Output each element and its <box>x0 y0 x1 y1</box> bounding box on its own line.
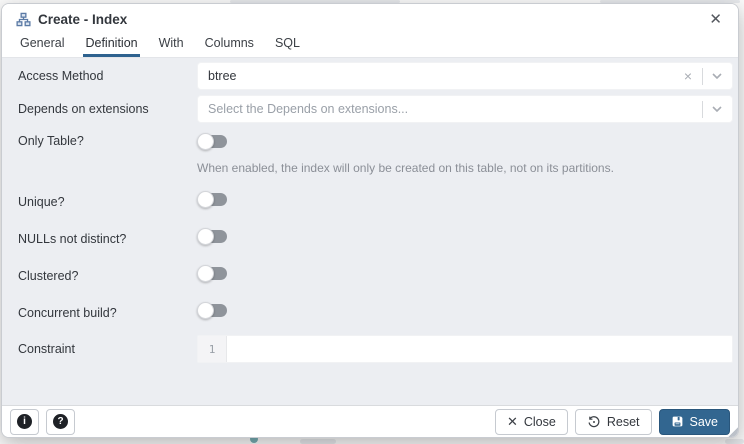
clustered-row: Clustered? <box>2 265 733 287</box>
unique-toggle[interactable] <box>197 191 228 208</box>
constraint-input[interactable] <box>227 336 732 362</box>
background-sliver <box>300 439 336 444</box>
unique-label: Unique? <box>18 195 65 209</box>
nulls-not-distinct-label: NULLs not distinct? <box>18 232 127 246</box>
clustered-toggle[interactable] <box>197 265 228 282</box>
definition-form: Access Method btree × Depends on extensi… <box>2 58 738 405</box>
depends-on-extensions-label: Depends on extensions <box>18 102 149 116</box>
chevron-down-icon[interactable] <box>708 106 726 112</box>
access-method-label: Access Method <box>18 69 104 83</box>
dialog-help-button[interactable]: ? <box>46 408 75 435</box>
sql-help-button[interactable]: i <box>10 408 39 435</box>
tab-with[interactable]: With <box>157 34 186 57</box>
unique-row: Unique? <box>2 191 733 213</box>
tab-columns[interactable]: Columns <box>203 34 256 57</box>
only-table-help-text: When enabled, the index will only be cre… <box>197 161 614 175</box>
nulls-not-distinct-row: NULLs not distinct? <box>2 228 733 250</box>
only-table-row: Only Table? When enabled, the index will… <box>2 133 733 176</box>
dialog-title: Create - Index <box>38 12 128 27</box>
access-method-select[interactable]: btree × <box>197 62 733 90</box>
resize-grip[interactable] <box>727 426 738 437</box>
close-button-label: Close <box>523 414 556 429</box>
close-x-icon: ✕ <box>506 414 518 429</box>
tab-sql[interactable]: SQL <box>273 34 302 57</box>
nulls-not-distinct-toggle[interactable] <box>197 228 228 245</box>
toggle-knob <box>197 265 214 282</box>
select-separator <box>702 67 703 85</box>
dialog-tabbar: General Definition With Columns SQL <box>2 35 738 58</box>
save-button-label: Save <box>689 414 719 429</box>
toggle-knob <box>197 133 214 150</box>
constraint-label: Constraint <box>18 342 75 356</box>
select-separator <box>702 100 703 118</box>
line-number-gutter: 1 <box>198 336 227 362</box>
toggle-knob <box>197 302 214 319</box>
constraint-editor: 1 <box>197 335 733 363</box>
save-button[interactable]: Save <box>658 408 730 435</box>
info-icon: i <box>17 414 32 429</box>
depends-on-extensions-select[interactable]: Select the Depends on extensions... <box>197 95 733 123</box>
reset-button[interactable]: Reset <box>574 408 652 435</box>
save-icon <box>671 415 684 428</box>
access-method-row: Access Method btree × <box>2 62 733 90</box>
tab-definition[interactable]: Definition <box>83 34 140 57</box>
tab-general[interactable]: General <box>18 34 66 57</box>
clear-icon[interactable]: × <box>679 69 697 83</box>
depends-on-extensions-placeholder: Select the Depends on extensions... <box>208 102 409 116</box>
dialog-footer: i ? ✕ Close Reset Save <box>2 405 738 437</box>
concurrent-build-toggle[interactable] <box>197 302 228 319</box>
toggle-knob <box>197 191 214 208</box>
chevron-down-icon[interactable] <box>708 73 726 79</box>
constraint-row: Constraint 1 <box>2 335 733 363</box>
only-table-toggle[interactable] <box>197 133 228 150</box>
concurrent-build-label: Concurrent build? <box>18 306 117 320</box>
access-method-value: btree <box>208 69 237 83</box>
index-icon <box>16 12 31 27</box>
depends-on-extensions-row: Depends on extensions Select the Depends… <box>2 95 733 123</box>
background-sliver <box>725 439 744 444</box>
only-table-label: Only Table? <box>18 134 84 148</box>
question-icon: ? <box>53 414 68 429</box>
toggle-knob <box>197 228 214 245</box>
create-index-dialog: Create - Index ✕ General Definition With… <box>1 3 739 438</box>
dialog-close-icon[interactable]: ✕ <box>705 10 726 29</box>
reset-button-label: Reset <box>606 414 640 429</box>
dialog-header: Create - Index ✕ <box>2 4 738 35</box>
concurrent-build-row: Concurrent build? <box>2 302 733 324</box>
reset-icon <box>587 415 601 429</box>
close-button[interactable]: ✕ Close <box>494 408 568 435</box>
clustered-label: Clustered? <box>18 269 79 283</box>
